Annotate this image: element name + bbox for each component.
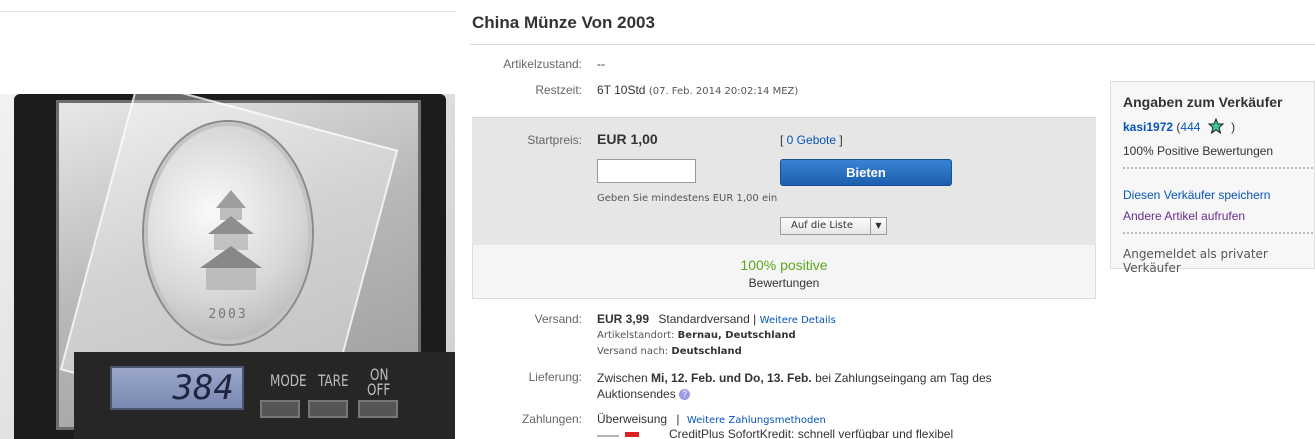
min-bid-hint: Geben Sie mindestens EUR 1,00 ein: [597, 193, 778, 204]
delivery-pre: Zwischen: [597, 371, 648, 385]
seller-name-line: kasi1972 (444 ): [1123, 118, 1235, 134]
save-seller-link[interactable]: Diesen Verkäufer speichern: [1123, 188, 1270, 202]
delivery-line2: Auktionsendes: [597, 387, 676, 401]
scale-body: 2003 384 MODE TARE ON OFF: [14, 94, 455, 439]
coin: 2003: [144, 122, 312, 344]
feedback-sub: Bewertungen: [748, 276, 820, 290]
item-title: China Münze Von 2003: [472, 13, 655, 32]
payment-sep: |: [676, 412, 680, 426]
mode-key: [260, 400, 300, 418]
scale-display: 384: [110, 366, 244, 410]
shipping-details-link[interactable]: Weitere Details: [760, 315, 836, 326]
seller-divider-1: [1123, 167, 1313, 169]
delivery-dates: Mi, 12. Feb. und Do, 13. Feb.: [651, 371, 812, 385]
time-label: Restzeit:: [535, 83, 582, 97]
start-price-label: Startpreis:: [527, 133, 582, 147]
creditplus-logo: [597, 432, 645, 439]
off-label: OFF: [367, 380, 391, 400]
delivery-label: Lieferung:: [528, 370, 582, 384]
seller-title: Angaben zum Verkäufer: [1123, 94, 1283, 110]
condition-value: --: [597, 57, 605, 71]
bids-count: [ 0 Gebote ]: [780, 133, 843, 147]
temple-icon: [200, 190, 262, 290]
title-divider: [470, 44, 1315, 45]
seller-username[interactable]: kasi1972: [1123, 120, 1173, 134]
delivery-text: Zwischen Mi, 12. Feb. und Do, 13. Feb. b…: [597, 370, 1047, 402]
coin-year: 2003: [208, 307, 248, 322]
location-line: Artikelstandort: Bernau, Deutschland: [597, 330, 796, 341]
shipping-price: EUR 3,99: [597, 312, 650, 326]
time-remaining: 6T 10Std: [597, 83, 646, 97]
watchlist-button[interactable]: Auf die Liste ▼: [780, 217, 887, 235]
bid-amount-input[interactable]: [597, 159, 696, 183]
ship-to-line: Versand nach: Deutschland: [597, 346, 742, 357]
time-end: (07. Feb. 2014 20:02:14 MEZ): [648, 86, 799, 97]
payment-label: Zahlungen:: [521, 412, 582, 426]
paren-close: ): [1231, 120, 1236, 134]
location-value: Bernau, Deutschland: [677, 330, 796, 341]
top-divider: [0, 11, 456, 12]
credit-text: CreditPlus SofortKredit: schnell verfügb…: [669, 427, 954, 439]
seller-positive: 100% Positive Bewertungen: [1123, 144, 1274, 158]
start-price: EUR 1,00: [597, 131, 658, 147]
time-left: 6T 10Std (07. Feb. 2014 20:02:14 MEZ): [597, 83, 798, 97]
seller-box: Angaben zum Verkäufer kasi1972 (444 ) 10…: [1110, 81, 1315, 275]
shipping-label: Versand:: [534, 312, 582, 326]
more-payment-link[interactable]: Weitere Zahlungsmethoden: [687, 415, 826, 426]
payment-method: Überweisung: [597, 412, 668, 426]
info-icon[interactable]: ?: [679, 389, 691, 400]
shipping-method: Standardversand |: [658, 312, 757, 326]
shipping-line: EUR 3,99 Standardversand | Weitere Detai…: [597, 312, 836, 326]
on-off-key: [358, 400, 398, 418]
scale-panel: 384 MODE TARE ON OFF: [74, 352, 455, 439]
ship-to-value: Deutschland: [671, 346, 742, 357]
location-label: Artikelstandort:: [597, 330, 675, 341]
payment-line: Überweisung | Weitere Zahlungsmethoden: [597, 412, 826, 426]
product-photo[interactable]: 2003 384 MODE TARE ON OFF: [0, 94, 455, 439]
bids-link[interactable]: 0 Gebote: [787, 133, 836, 147]
mode-label: MODE: [270, 371, 307, 391]
seller-divider-2: [1123, 232, 1313, 234]
star-icon: [1207, 118, 1224, 134]
seller-score[interactable]: 444: [1180, 120, 1200, 134]
tare-key: [308, 400, 348, 418]
watchlist-label: Auf die Liste: [791, 220, 853, 231]
delivery-post: bei Zahlungseingang am Tag des: [815, 371, 992, 385]
bracket-close: ]: [836, 133, 843, 147]
bid-button[interactable]: Bieten: [780, 159, 952, 186]
other-items-link[interactable]: Andere Artikel aufrufen: [1123, 209, 1245, 223]
condition-label: Artikelzustand:: [503, 57, 582, 71]
feedback-percent: 100% positive: [740, 257, 828, 273]
bracket-open: [: [780, 133, 787, 147]
ship-to-label: Versand nach:: [597, 346, 669, 357]
feedback-box: 100% positive Bewertungen: [472, 245, 1096, 299]
seller-registered: Angemeldet als privater Verkäufer: [1123, 247, 1268, 275]
tare-label: TARE: [318, 371, 349, 391]
chevron-down-icon[interactable]: ▼: [870, 218, 886, 234]
